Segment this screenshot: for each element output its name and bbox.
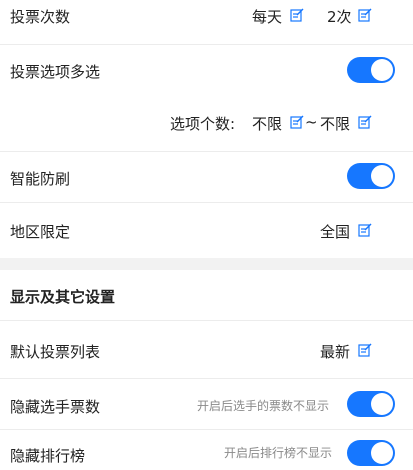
toggle-knob: [371, 165, 393, 187]
vote-times-count: 2次: [327, 8, 352, 26]
option-count-label: 选项个数:: [170, 115, 236, 133]
option-count-max: 不限: [320, 115, 351, 133]
region-limit-label: 地区限定: [10, 223, 71, 241]
section-title: 显示及其它设置: [10, 288, 116, 306]
edit-icon[interactable]: [358, 115, 372, 129]
section-gap: [0, 258, 413, 270]
anti-brush-label: 智能防刷: [10, 170, 71, 188]
edit-icon[interactable]: [358, 223, 372, 237]
edit-icon[interactable]: [358, 343, 372, 357]
option-count-separator: ~: [305, 113, 318, 131]
toggle-knob: [371, 393, 393, 415]
edit-icon[interactable]: [290, 115, 304, 129]
hide-ranking-row: 隐藏排行榜 开启后排行榜不显示: [0, 430, 413, 470]
default-list-row: 默认投票列表 最新: [0, 321, 413, 378]
vote-times-row: 投票次数 每天 2次: [0, 0, 413, 44]
edit-icon[interactable]: [290, 8, 304, 22]
multi-choice-row: 投票选项多选 选项个数: 不限 ~ 不限: [0, 45, 413, 151]
region-limit-value: 全国: [320, 223, 351, 241]
hide-votes-toggle[interactable]: [347, 391, 395, 417]
display-section-header: 显示及其它设置: [0, 270, 413, 320]
hide-votes-label: 隐藏选手票数: [10, 398, 101, 416]
default-list-value: 最新: [320, 343, 351, 361]
region-limit-row: 地区限定 全国: [0, 203, 413, 258]
hide-votes-hint: 开启后选手的票数不显示: [197, 399, 330, 413]
vote-times-period: 每天: [252, 8, 283, 26]
hide-ranking-label: 隐藏排行榜: [10, 447, 86, 465]
option-count-min: 不限: [252, 115, 283, 133]
hide-votes-row: 隐藏选手票数 开启后选手的票数不显示: [0, 379, 413, 429]
toggle-knob: [371, 59, 393, 81]
default-list-label: 默认投票列表: [10, 343, 101, 361]
vote-times-label: 投票次数: [10, 8, 71, 26]
multi-choice-toggle[interactable]: [347, 57, 395, 83]
hide-ranking-hint: 开启后排行榜不显示: [224, 446, 333, 460]
multi-choice-label: 投票选项多选: [10, 63, 101, 81]
hide-ranking-toggle[interactable]: [347, 440, 395, 466]
edit-icon[interactable]: [358, 8, 372, 22]
toggle-knob: [371, 442, 393, 464]
anti-brush-toggle[interactable]: [347, 163, 395, 189]
anti-brush-row: 智能防刷: [0, 152, 413, 202]
